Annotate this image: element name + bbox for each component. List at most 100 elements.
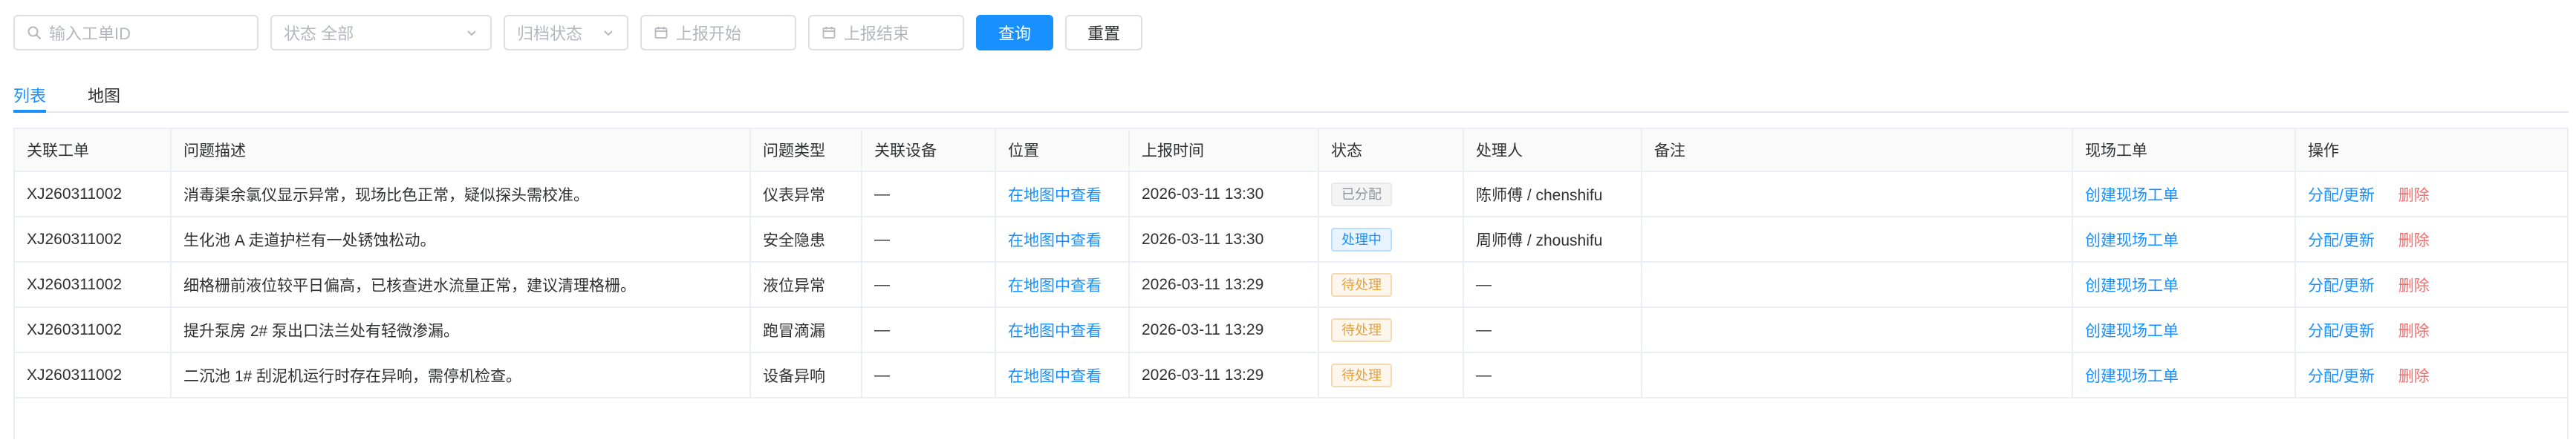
- delete-link[interactable]: 删除: [2398, 278, 2430, 295]
- search-input[interactable]: 输入工单ID: [13, 15, 258, 50]
- cell-desc: 生化池 A 走道护栏有一处锈蚀松动。: [171, 217, 751, 263]
- query-button[interactable]: 查询: [976, 15, 1054, 50]
- calendar-icon: [822, 27, 836, 39]
- chevron-down-icon: [604, 30, 613, 36]
- assign-update-link[interactable]: 分配/更新: [2308, 187, 2375, 204]
- status-badge: 处理中: [1331, 227, 1392, 252]
- col-header-actions: 操作: [2295, 129, 2567, 172]
- cell-time: 2026-03-11 13:29: [1129, 307, 1319, 353]
- col-header-time: 上报时间: [1129, 129, 1319, 172]
- archive-placeholder: 归档状态: [517, 24, 583, 43]
- cell-order: XJ260311002: [15, 352, 172, 398]
- issue-table: 关联工单 问题描述 问题类型 关联设备 位置 上报时间 状态 处理人 备注 现场…: [15, 129, 2567, 398]
- table-header-row: 关联工单 问题描述 问题类型 关联设备 位置 上报时间 状态 处理人 备注 现场…: [15, 129, 2567, 172]
- filter-bar: 输入工单ID 状态 全部 归档状态 上报开始 上报结束 查询 重置: [13, 15, 2563, 50]
- cell-time: 2026-03-11 13:30: [1129, 217, 1319, 263]
- delete-link[interactable]: 删除: [2398, 232, 2430, 249]
- status-badge: 待处理: [1331, 272, 1392, 297]
- table-row: XJ260311002 二沉池 1# 刮泥机运行时存在异响，需停机检查。 设备异…: [15, 352, 2567, 398]
- create-site-order-link[interactable]: 创建现场工单: [2085, 187, 2179, 204]
- view-on-map-link[interactable]: 在地图中查看: [1008, 278, 1102, 295]
- cell-handler: —: [1463, 262, 1642, 308]
- status-badge: 待处理: [1331, 363, 1392, 387]
- reset-button[interactable]: 重置: [1065, 15, 1143, 50]
- report-end-date[interactable]: 上报结束: [808, 15, 964, 50]
- col-header-note: 备注: [1642, 129, 2073, 172]
- cell-note: [1642, 262, 2073, 308]
- cell-handler: 陈师傅 / chenshifu: [1463, 171, 1642, 217]
- status-badge: 待处理: [1331, 318, 1392, 342]
- cell-type: 设备异响: [750, 352, 862, 398]
- create-site-order-link[interactable]: 创建现场工单: [2085, 232, 2179, 249]
- tab-map[interactable]: 地图: [88, 79, 120, 107]
- report-start-date[interactable]: 上报开始: [640, 15, 796, 50]
- cell-desc: 提升泵房 2# 泵出口法兰处有轻微渗漏。: [171, 307, 751, 353]
- cell-note: [1642, 352, 2073, 398]
- cell-order: XJ260311002: [15, 307, 172, 353]
- cell-type: 跑冒滴漏: [750, 307, 862, 353]
- cell-note: [1642, 307, 2073, 353]
- col-header-desc: 问题描述: [171, 129, 751, 172]
- table-row: XJ260311002 细格栅前液位较平日偏高，已核查进水流量正常，建议清理格栅…: [15, 262, 2567, 308]
- cell-note: [1642, 217, 2073, 263]
- status-select[interactable]: 状态 全部: [270, 15, 492, 50]
- tab-list[interactable]: 列表: [13, 79, 47, 113]
- col-header-location: 位置: [995, 129, 1130, 172]
- col-header-device: 关联设备: [862, 129, 996, 172]
- cell-desc: 消毒渠余氯仪显示异常，现场比色正常，疑似探头需校准。: [171, 171, 751, 217]
- delete-link[interactable]: 删除: [2398, 323, 2430, 340]
- cell-order: XJ260311002: [15, 217, 172, 263]
- issue-table-container: 关联工单 问题描述 问题类型 关联设备 位置 上报时间 状态 处理人 备注 现场…: [13, 128, 2569, 439]
- start-placeholder: 上报开始: [676, 24, 742, 43]
- status-placeholder: 状态 全部: [284, 24, 354, 43]
- view-tabs: 列表 地图: [13, 79, 2569, 113]
- chevron-down-icon: [467, 30, 476, 36]
- cell-handler: —: [1463, 352, 1642, 398]
- col-header-type: 问题类型: [750, 129, 862, 172]
- table-row: XJ260311002 提升泵房 2# 泵出口法兰处有轻微渗漏。 跑冒滴漏 — …: [15, 307, 2567, 353]
- create-site-order-link[interactable]: 创建现场工单: [2085, 323, 2179, 340]
- col-header-status: 状态: [1318, 129, 1464, 172]
- assign-update-link[interactable]: 分配/更新: [2308, 368, 2375, 385]
- assign-update-link[interactable]: 分配/更新: [2308, 278, 2375, 295]
- search-placeholder: 输入工单ID: [49, 24, 131, 43]
- cell-time: 2026-03-11 13:30: [1129, 171, 1319, 217]
- cell-type: 安全隐患: [750, 217, 862, 263]
- view-on-map-link[interactable]: 在地图中查看: [1008, 323, 1102, 340]
- delete-link[interactable]: 删除: [2398, 187, 2430, 204]
- cell-device: —: [862, 171, 996, 217]
- table-row: XJ260311002 生化池 A 走道护栏有一处锈蚀松动。 安全隐患 — 在地…: [15, 217, 2567, 263]
- end-placeholder: 上报结束: [844, 24, 910, 43]
- delete-link[interactable]: 删除: [2398, 368, 2430, 385]
- assign-update-link[interactable]: 分配/更新: [2308, 232, 2375, 249]
- cell-order: XJ260311002: [15, 171, 172, 217]
- cell-desc: 二沉池 1# 刮泥机运行时存在异响，需停机检查。: [171, 352, 751, 398]
- cell-time: 2026-03-11 13:29: [1129, 352, 1319, 398]
- cell-time: 2026-03-11 13:29: [1129, 262, 1319, 308]
- calendar-icon: [654, 27, 668, 39]
- table-row: XJ260311002 消毒渠余氯仪显示异常，现场比色正常，疑似探头需校准。 仪…: [15, 171, 2567, 217]
- cell-type: 液位异常: [750, 262, 862, 308]
- view-on-map-link[interactable]: 在地图中查看: [1008, 368, 1102, 385]
- create-site-order-link[interactable]: 创建现场工单: [2085, 368, 2179, 385]
- status-badge: 已分配: [1331, 182, 1392, 206]
- cell-handler: —: [1463, 307, 1642, 353]
- create-site-order-link[interactable]: 创建现场工单: [2085, 278, 2179, 295]
- col-header-handler: 处理人: [1463, 129, 1642, 172]
- cell-note: [1642, 171, 2073, 217]
- cell-order: XJ260311002: [15, 262, 172, 308]
- cell-device: —: [862, 217, 996, 263]
- view-on-map-link[interactable]: 在地图中查看: [1008, 187, 1102, 204]
- cell-type: 仪表异常: [750, 171, 862, 217]
- col-header-order: 关联工单: [15, 129, 172, 172]
- cell-device: —: [862, 262, 996, 308]
- cell-device: —: [862, 307, 996, 353]
- assign-update-link[interactable]: 分配/更新: [2308, 323, 2375, 340]
- archive-select[interactable]: 归档状态: [504, 15, 628, 50]
- view-on-map-link[interactable]: 在地图中查看: [1008, 232, 1102, 249]
- cell-device: —: [862, 352, 996, 398]
- cell-handler: 周师傅 / zhoushifu: [1463, 217, 1642, 263]
- col-header-site-order: 现场工单: [2072, 129, 2296, 172]
- search-icon: [27, 26, 41, 39]
- work-order-page: 输入工单ID 状态 全部 归档状态 上报开始 上报结束 查询 重置 列表 地图 …: [0, 0, 2576, 440]
